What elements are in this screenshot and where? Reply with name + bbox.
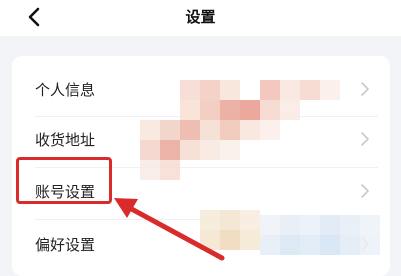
arrow-pointer-icon [114, 198, 225, 261]
